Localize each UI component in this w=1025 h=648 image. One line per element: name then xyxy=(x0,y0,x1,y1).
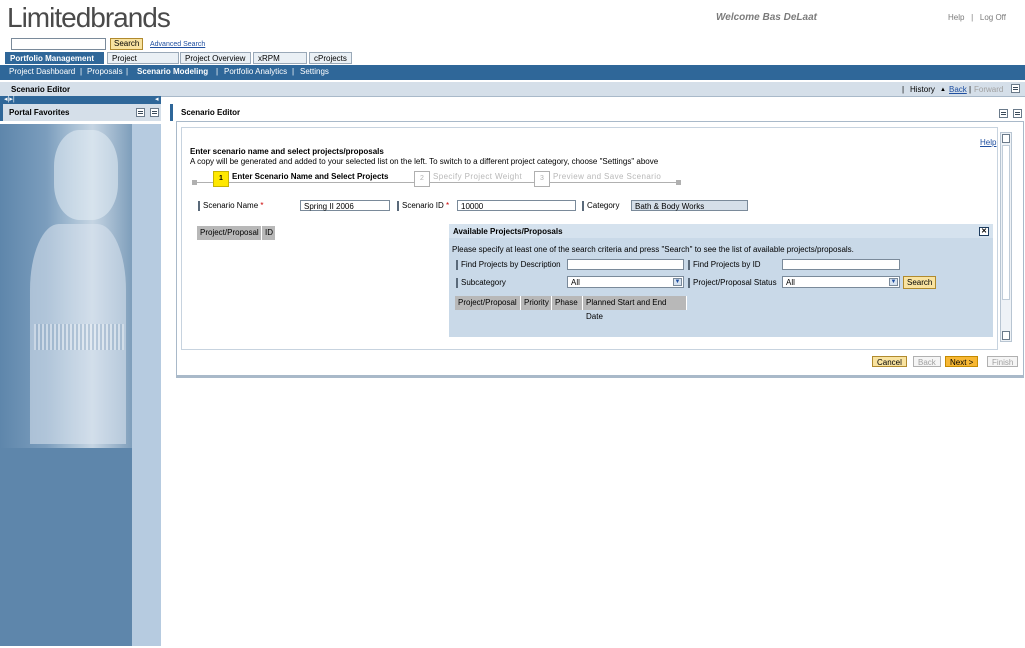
scenario-id-label: Scenario ID * xyxy=(397,201,449,211)
help-link-editor[interactable]: Help xyxy=(980,138,996,147)
logoff-link[interactable]: Log Off xyxy=(980,13,1006,22)
tab-xrpm-admin[interactable]: xRPM Admin xyxy=(253,52,307,75)
subcategory-select[interactable]: All ▼ xyxy=(567,276,684,288)
selected-col-project-proposal[interactable]: Project/Proposal xyxy=(197,226,262,240)
collapse-left-panel-icon[interactable]: ◂ xyxy=(155,95,159,103)
left-panel-background xyxy=(0,448,132,646)
step-1-label: Enter Scenario Name and Select Projects xyxy=(232,172,389,181)
available-projects-description: Please specify at least one of the searc… xyxy=(452,245,854,254)
top-navigation-tabs: Portfolio Management Project Execution P… xyxy=(0,52,1025,75)
page-menu-icon[interactable] xyxy=(1011,84,1020,93)
back-button[interactable]: Back xyxy=(913,356,941,367)
finish-button[interactable]: Finish xyxy=(987,356,1019,367)
top-links: Help | Log Off xyxy=(948,13,1006,22)
sub-navigation: Project Dashboard | Proposals | Scenario… xyxy=(0,65,1025,80)
chevron-down-icon[interactable]: ▼ xyxy=(673,278,682,286)
available-col-priority[interactable]: Priority xyxy=(521,296,552,310)
global-search-input[interactable] xyxy=(11,38,106,50)
find-by-id-input[interactable] xyxy=(782,259,900,270)
category-label: Category xyxy=(582,201,619,211)
tab-cprojects[interactable]: cProjects xyxy=(309,52,352,64)
find-by-id-label: Find Projects by ID xyxy=(688,260,761,270)
tab-project-overview[interactable]: Project Overview xyxy=(180,52,251,64)
global-search-button[interactable]: Search xyxy=(110,38,144,50)
step-2-number: 2 xyxy=(414,171,430,187)
scenario-editor-title: Scenario Editor xyxy=(181,108,241,117)
tab-project-execution[interactable]: Project Execution xyxy=(107,52,179,75)
chevron-down-icon[interactable]: ▼ xyxy=(889,278,898,286)
subnav-proposals[interactable]: Proposals xyxy=(87,67,123,76)
editor-maximize-icon[interactable] xyxy=(1013,109,1022,118)
scenario-id-input[interactable]: 10000 xyxy=(457,200,576,211)
available-col-phase[interactable]: Phase xyxy=(552,296,583,310)
subcategory-label: Subcategory xyxy=(456,278,506,288)
step-1-number: 1 xyxy=(213,171,229,187)
advanced-search-link[interactable]: Advanced Search xyxy=(150,41,205,48)
next-button[interactable]: Next > xyxy=(945,356,979,367)
company-logo: Limitedbrands xyxy=(7,2,171,33)
page-title-bar: Scenario Editor | History ▲ Back | Forwa… xyxy=(0,82,1025,97)
decorative-model-image xyxy=(0,124,132,448)
available-search-button[interactable]: Search xyxy=(903,276,937,289)
favorites-menu-icon[interactable] xyxy=(136,108,145,117)
left-panel-toolbar: ◂|▸| ◂ xyxy=(0,96,161,104)
portal-favorites-header: Portal Favorites xyxy=(0,104,161,121)
subnav-settings[interactable]: Settings xyxy=(300,67,329,76)
vertical-scrollbar[interactable] xyxy=(1000,132,1012,342)
subnav-scenario-modeling[interactable]: Scenario Modeling xyxy=(137,67,208,76)
available-col-planned-dates[interactable]: Planned Start and End Date xyxy=(583,296,687,321)
category-readonly-field: Bath & Body Works xyxy=(631,200,748,211)
back-link[interactable]: Back xyxy=(949,85,967,94)
history-dropdown-icon[interactable]: ▲ xyxy=(940,87,946,93)
favorites-maximize-icon[interactable] xyxy=(150,108,159,117)
scroll-down-icon[interactable] xyxy=(1002,331,1010,340)
subnav-project-dashboard[interactable]: Project Dashboard xyxy=(9,67,75,76)
portal-favorites-title: Portal Favorites xyxy=(9,108,70,117)
project-status-select[interactable]: All ▼ xyxy=(782,276,900,288)
scroll-up-icon[interactable] xyxy=(1002,134,1010,143)
scenario-name-input[interactable]: Spring II 2006 xyxy=(300,200,390,211)
available-col-project-proposal[interactable]: Project/Proposal xyxy=(455,296,521,310)
find-by-description-label: Find Projects by Description xyxy=(456,260,561,270)
left-panel-divider xyxy=(132,124,161,646)
scenario-name-label: Scenario Name * xyxy=(198,201,264,211)
find-by-description-input[interactable] xyxy=(567,259,684,270)
welcome-message: Welcome Bas DeLaat xyxy=(716,12,817,23)
available-projects-title: Available Projects/Proposals xyxy=(453,227,563,236)
step-description: A copy will be generated and added to yo… xyxy=(190,157,659,166)
step-3-number: 3 xyxy=(534,171,550,187)
step-heading: Enter scenario name and select projects/… xyxy=(190,147,384,156)
close-icon[interactable]: ✕ xyxy=(979,227,989,236)
scenario-editor-header: Scenario Editor xyxy=(170,104,1025,121)
history-menu[interactable]: History xyxy=(910,85,935,94)
project-status-label: Project/Proposal Status xyxy=(688,278,777,288)
stepper-line xyxy=(194,182,680,183)
page-title: Scenario Editor xyxy=(11,85,71,94)
selected-col-id[interactable]: ID xyxy=(262,226,276,240)
collapse-arrows-icon[interactable]: ◂|▸| xyxy=(4,95,15,103)
subnav-portfolio-analytics[interactable]: Portfolio Analytics xyxy=(224,67,287,76)
step-3-label: Preview and Save Scenario xyxy=(553,172,662,181)
help-link[interactable]: Help xyxy=(948,13,964,22)
scroll-thumb[interactable] xyxy=(1002,145,1010,300)
step-2-label: Specify Project Weight xyxy=(433,172,523,181)
editor-menu-icon[interactable] xyxy=(999,109,1008,118)
cancel-button[interactable]: Cancel xyxy=(872,356,907,367)
tab-portfolio-management[interactable]: Portfolio Management xyxy=(5,52,104,64)
forward-link[interactable]: Forward xyxy=(974,85,1003,94)
